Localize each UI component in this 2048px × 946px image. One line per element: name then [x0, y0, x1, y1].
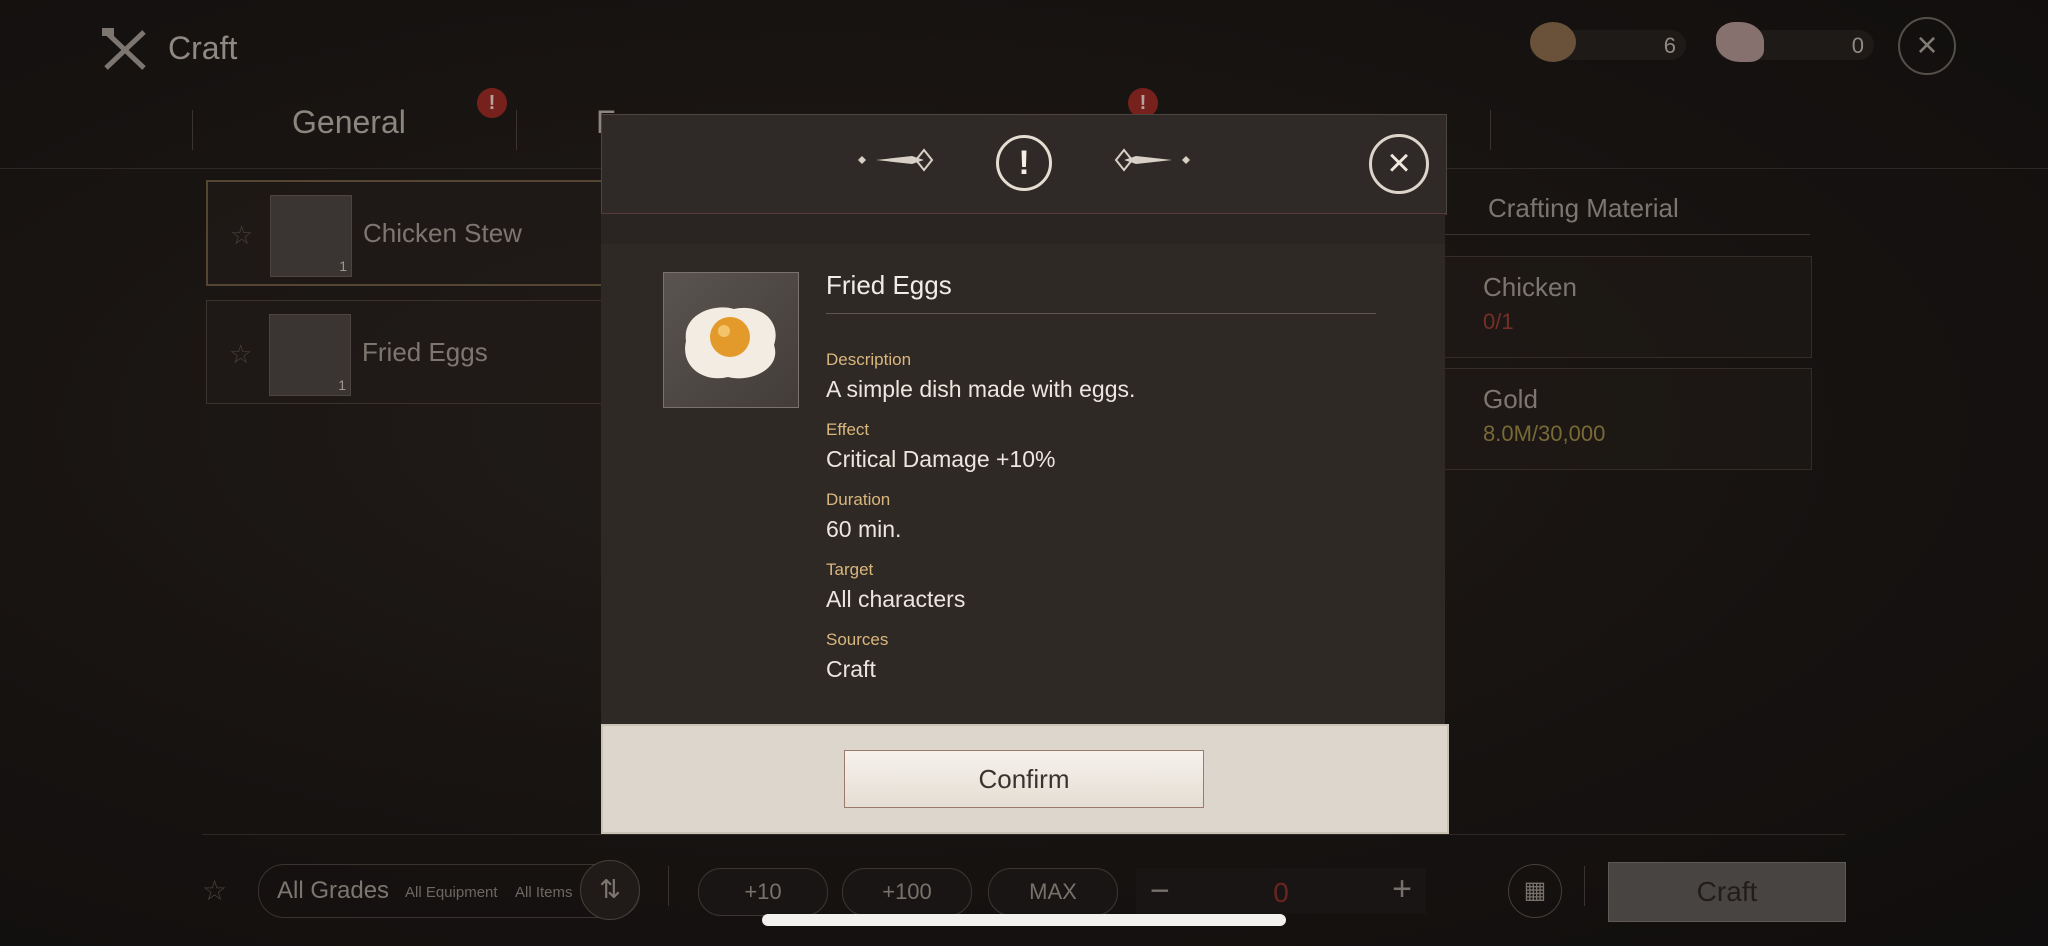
fried-egg-icon — [685, 307, 776, 379]
ornament-right-icon — [1114, 148, 1190, 172]
alert-icon: ! — [996, 135, 1052, 191]
confirm-button[interactable]: Confirm — [844, 750, 1204, 808]
duration-label: Duration — [826, 490, 891, 509]
description-value: A simple dish made with eggs. — [826, 376, 1136, 402]
effect-label: Effect — [826, 420, 870, 439]
sources-label: Sources — [826, 630, 889, 649]
duration-value: 60 min. — [826, 516, 902, 542]
item-info-modal: ! × Fried Eggs Description A simple dish… — [601, 114, 1449, 834]
target-label: Target — [826, 560, 874, 579]
ornament-left-icon — [858, 148, 934, 172]
home-indicator[interactable] — [762, 914, 1286, 926]
close-modal-button[interactable]: × — [1369, 134, 1429, 194]
description-label: Description — [826, 350, 912, 369]
sources-value: Craft — [826, 656, 876, 682]
fried-eggs-image — [663, 272, 799, 408]
target-value: All characters — [826, 586, 966, 612]
modal-band — [601, 214, 1445, 244]
divider — [826, 313, 1376, 314]
modal-header: ! × — [601, 114, 1447, 215]
item-name: Fried Eggs — [826, 270, 952, 300]
effect-value: Critical Damage +10% — [826, 446, 1056, 472]
